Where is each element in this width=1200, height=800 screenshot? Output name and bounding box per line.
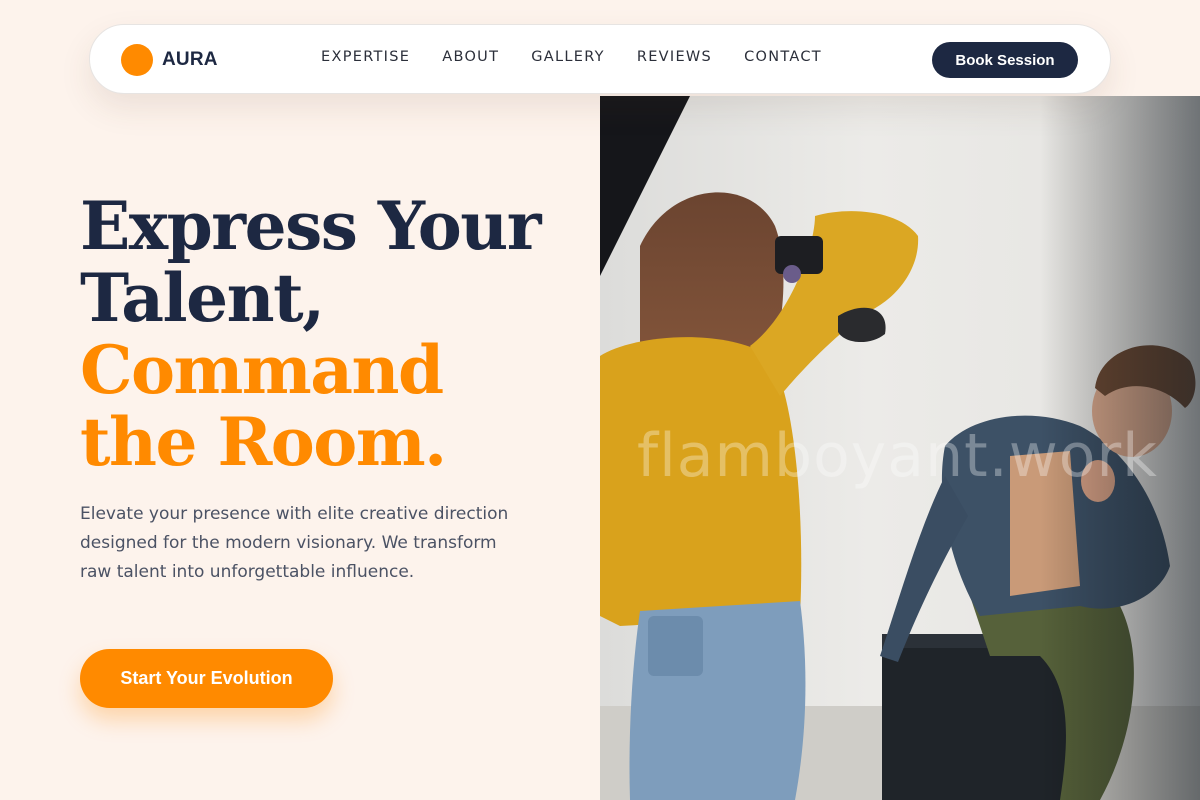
jeans-pocket (648, 616, 703, 676)
headline-line-1: Express Your (80, 187, 542, 265)
hero-headline: Express Your Talent, Command the Room. (80, 190, 580, 478)
right-shade (1040, 96, 1200, 800)
brand-logo[interactable]: AURA (121, 43, 218, 77)
nav-links: EXPERTISE ABOUT GALLERY REVIEWS CONTACT (321, 49, 822, 65)
brand-dot-icon (121, 44, 153, 76)
photo-illustration (600, 96, 1200, 800)
nav-link-about[interactable]: ABOUT (442, 49, 499, 65)
headline-accent-line-1: Command (80, 331, 444, 409)
landing-page: AURA EXPERTISE ABOUT GALLERY REVIEWS CON… (0, 0, 1200, 800)
headline-accent-line-2: the Room. (80, 403, 447, 481)
camera-screen (783, 265, 801, 283)
headline-line-2: Talent, (80, 259, 325, 337)
camera-lens-hood (838, 307, 886, 343)
start-evolution-button[interactable]: Start Your Evolution (80, 649, 333, 708)
camera-body (775, 236, 823, 274)
brand-name: AURA (162, 49, 218, 70)
hero-subtext: Elevate your presence with elite creativ… (80, 504, 509, 582)
top-navbar: AURA EXPERTISE ABOUT GALLERY REVIEWS CON… (89, 24, 1111, 94)
nav-link-reviews[interactable]: REVIEWS (637, 49, 712, 65)
nav-link-expertise[interactable]: EXPERTISE (321, 49, 410, 65)
hero-photo: flamboyant.work (600, 96, 1200, 800)
book-session-button[interactable]: Book Session (932, 42, 1078, 78)
nav-link-gallery[interactable]: GALLERY (531, 49, 605, 65)
nav-link-contact[interactable]: CONTACT (744, 49, 822, 65)
